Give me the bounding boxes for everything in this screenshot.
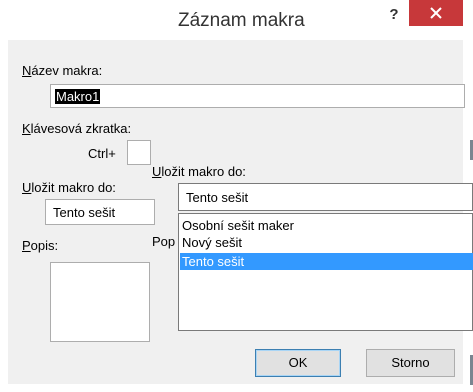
dropdown-option[interactable]: Nový sešit — [180, 234, 473, 251]
window-border-bottom — [0, 384, 473, 392]
close-icon — [430, 7, 442, 19]
cancel-button[interactable]: Storno — [366, 349, 455, 377]
store-in-label: Uložit makro do: — [152, 164, 246, 179]
shortcut-label: Klávesová zkratka: — [22, 121, 132, 136]
description-label: Popis: — [22, 238, 59, 253]
macro-name-label: Název makra: — [22, 63, 103, 78]
window-border-left — [0, 40, 8, 392]
shortcut-prefix: Ctrl+ — [88, 146, 116, 161]
dropdown-option-selected[interactable]: Tento sešit — [180, 253, 473, 270]
close-button[interactable] — [409, 0, 463, 26]
help-button[interactable]: ? — [382, 4, 406, 26]
dialog-title: Záznam makra — [178, 10, 305, 31]
macro-name-input[interactable]: Makro1 — [50, 84, 465, 108]
description-textarea[interactable] — [50, 262, 150, 342]
store-in-dropdown: Osobní sešit maker Nový sešit Tento seši… — [178, 213, 473, 331]
shortcut-input[interactable] — [127, 140, 151, 165]
store-in-combo-back[interactable]: Tento sešit — [45, 199, 155, 225]
store-in-value: Tento sešit — [186, 190, 249, 205]
store-in-label-back: Uložit makro do: — [22, 180, 116, 195]
ok-button[interactable]: OK — [255, 349, 341, 377]
title-bar: Záznam makra ? — [0, 0, 473, 40]
macro-name-value: Makro1 — [55, 89, 101, 104]
description-label-overlap: Pop — [152, 234, 176, 249]
dropdown-option[interactable]: Osobní sešit maker — [180, 217, 473, 234]
store-in-value-back: Tento sešit — [53, 205, 116, 220]
store-in-combo[interactable]: Tento sešit — [178, 183, 473, 211]
